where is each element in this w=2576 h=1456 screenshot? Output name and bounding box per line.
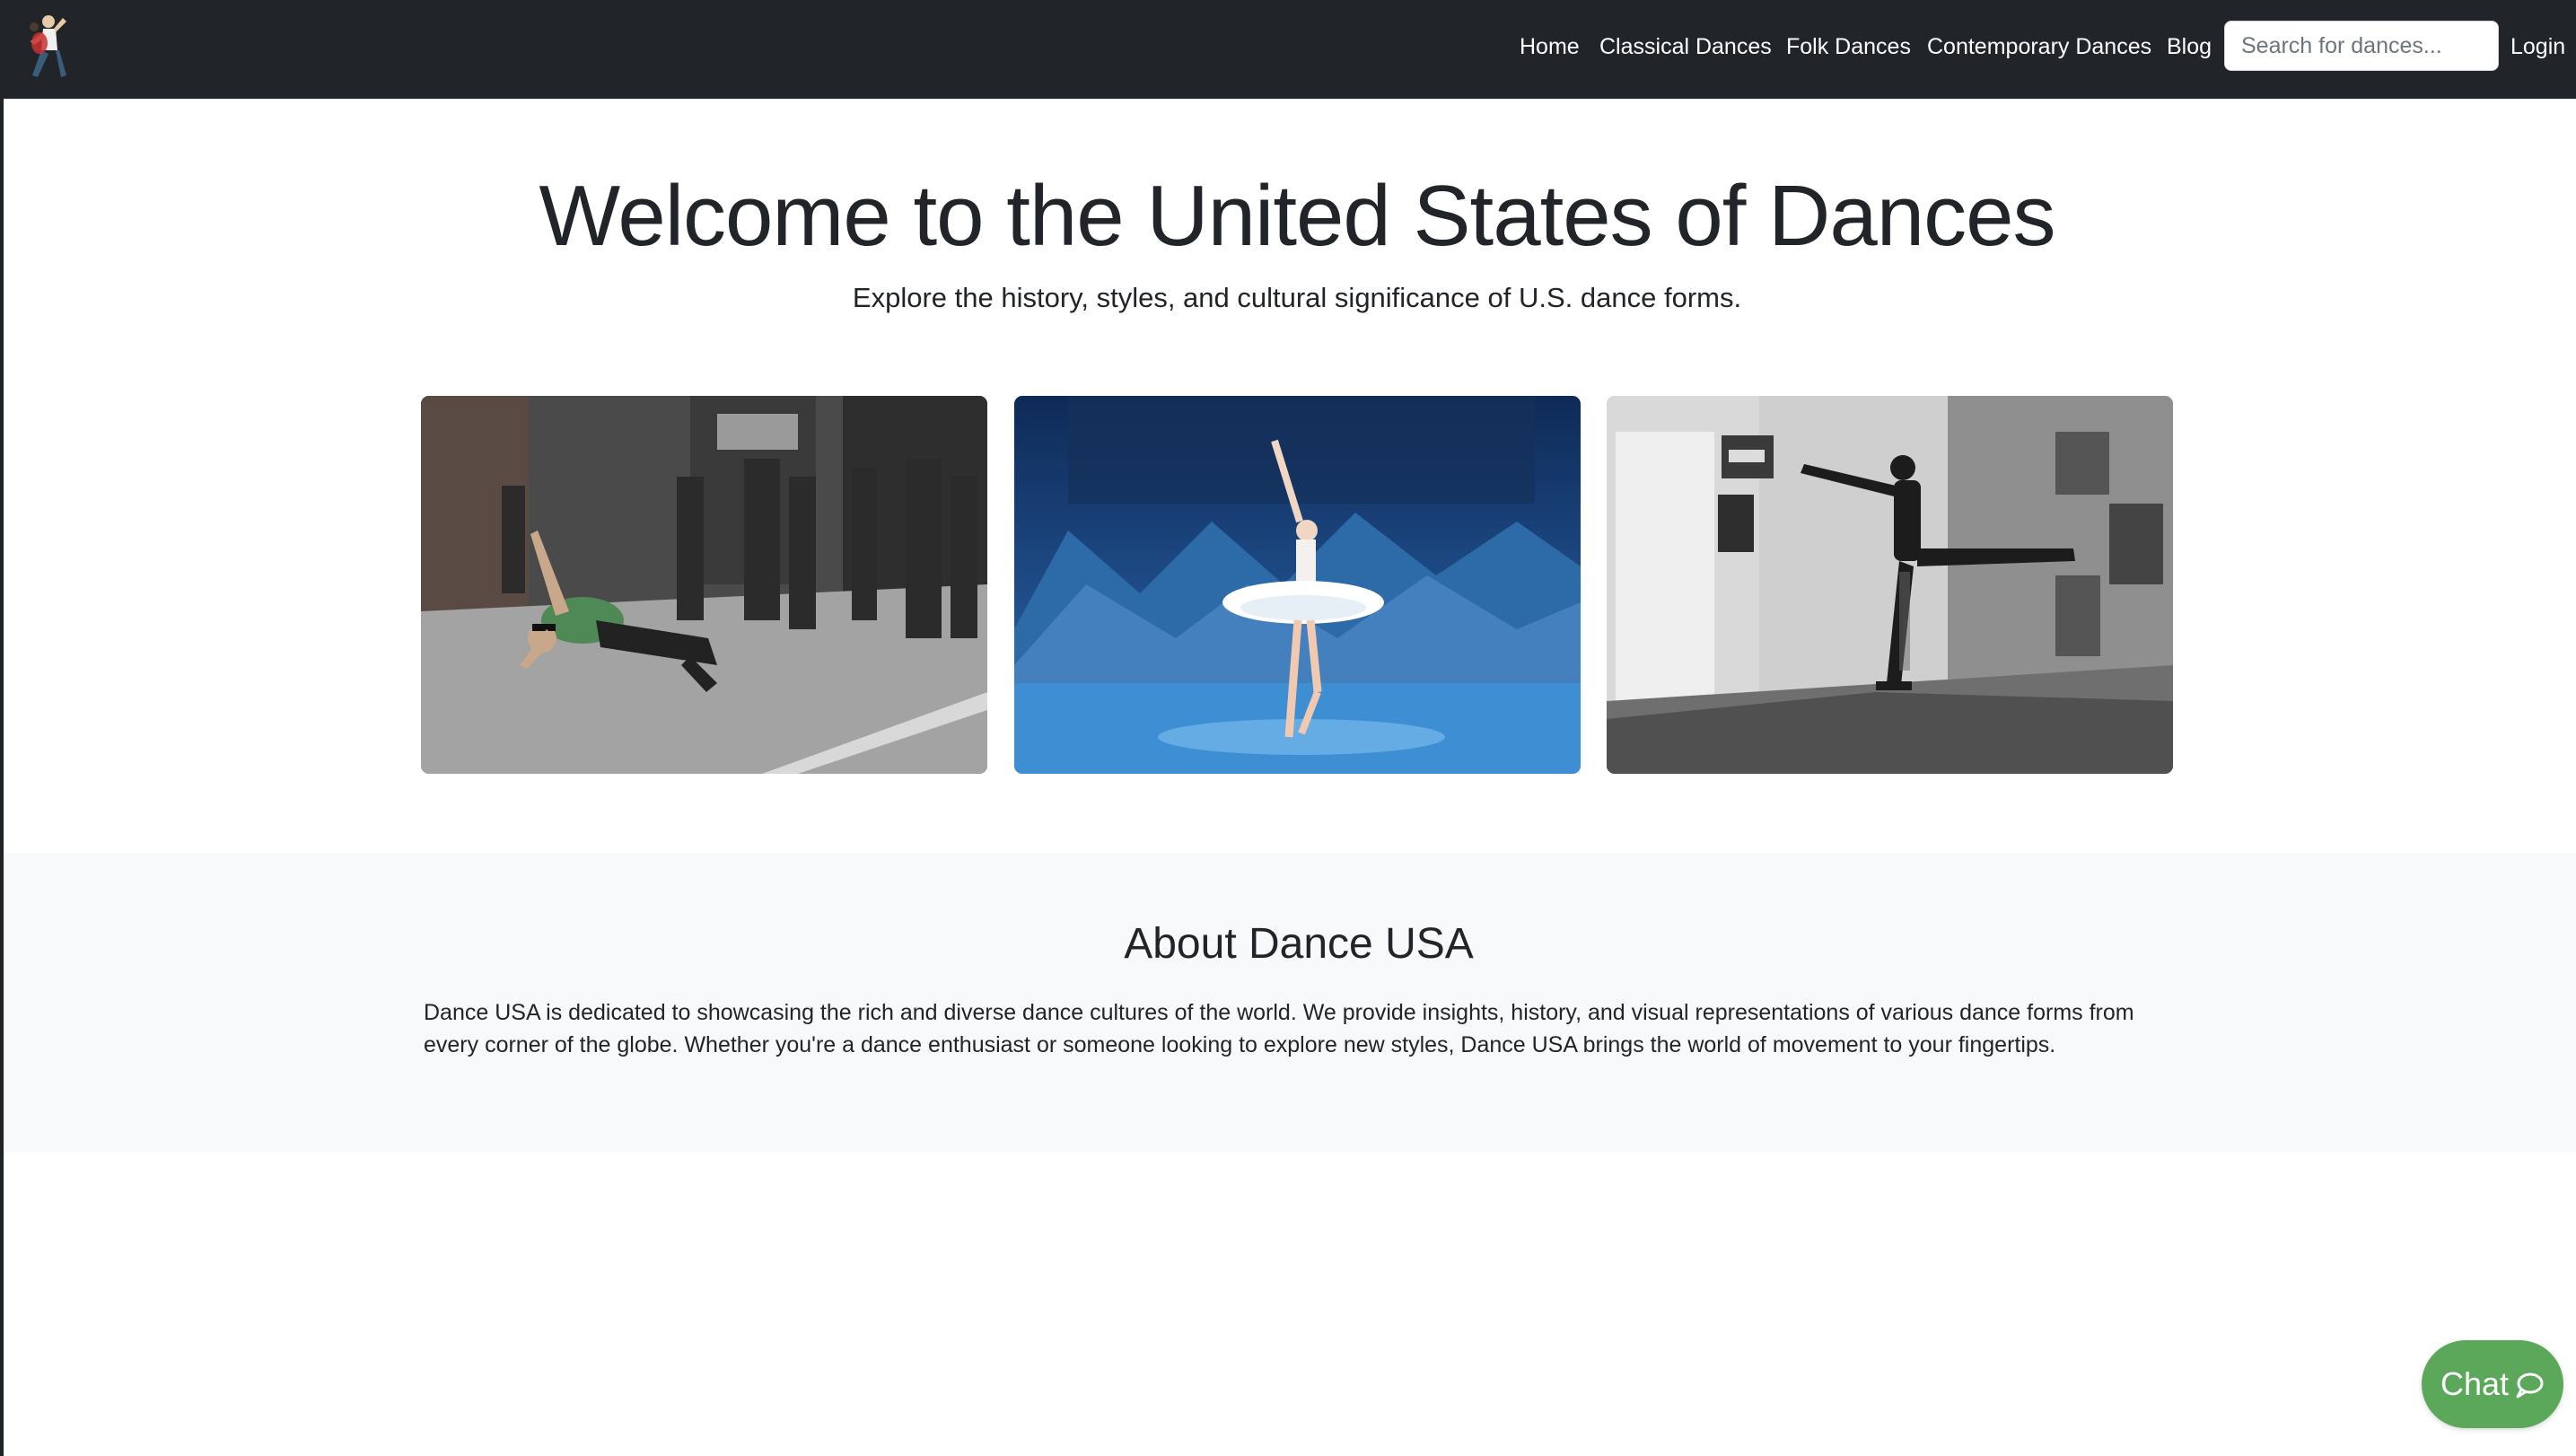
nav-link-blog[interactable]: Blog [2167, 34, 2212, 60]
nav-link-login[interactable]: Login [2510, 34, 2565, 60]
nav-link-contemporary-dances[interactable]: Contemporary Dances [1927, 34, 2151, 60]
about-title: About Dance USA [1124, 920, 1474, 968]
dancer-logo-icon[interactable] [16, 9, 74, 84]
ballerina-stage-photo [1014, 396, 1581, 774]
about-text: Dance USA is dedicated to showcasing the… [424, 1000, 2134, 1057]
navbar: Home Classical Dances Folk Dances Contem… [0, 0, 2576, 99]
chat-label: Chat [2440, 1365, 2510, 1402]
nav-link-folk-dances[interactable]: Folk Dances [1786, 34, 1911, 60]
page-subtitle: Explore the history, styles, and cultura… [852, 282, 1742, 313]
nav-link-classical-dances[interactable]: Classical Dances [1599, 34, 1772, 60]
nav-link-home[interactable]: Home [1520, 34, 1580, 60]
page-title: Welcome to the United States of Dances [539, 168, 2055, 264]
breakdancer-street-photo [421, 396, 987, 774]
about-section: About Dance USA Dance USA is dedicated t… [4, 853, 2576, 1153]
street-dancer-bw-photo [1607, 396, 2173, 774]
search-input[interactable] [2224, 21, 2499, 71]
chat-button[interactable]: Chat [2422, 1340, 2563, 1428]
chat-bubble-icon [2514, 1370, 2545, 1399]
